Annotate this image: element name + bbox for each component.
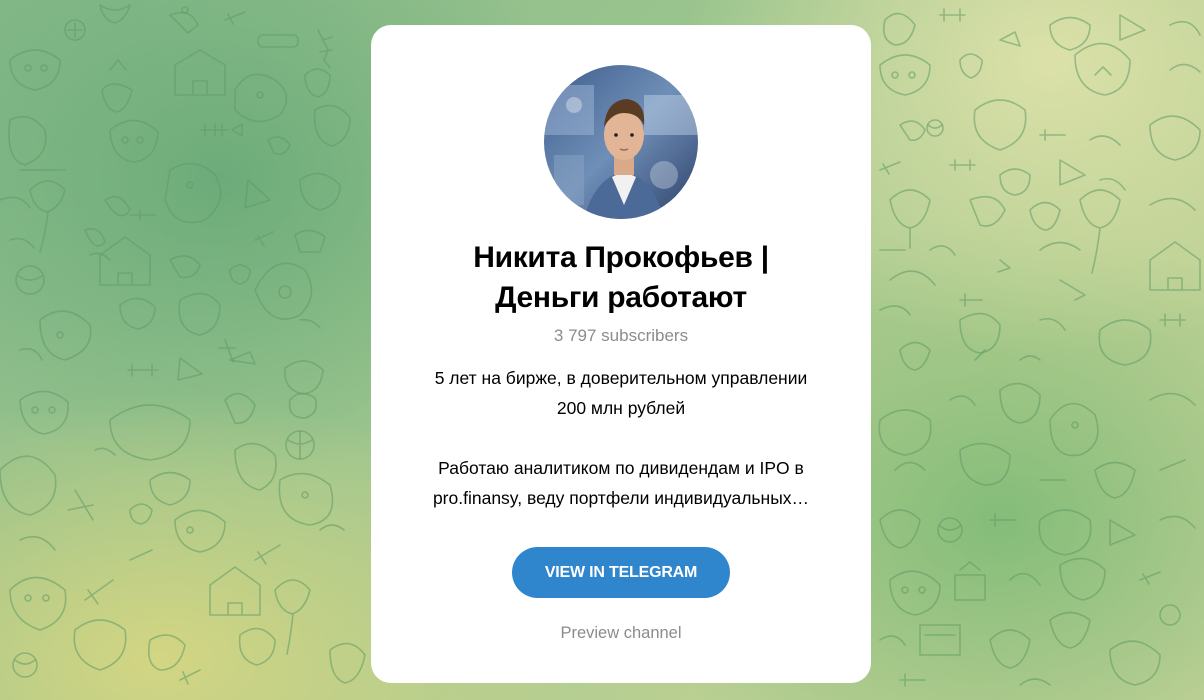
- description-line: 200 млн рублей: [556, 398, 686, 418]
- channel-title: Никита Прокофьев | Деньги работают: [401, 238, 841, 318]
- channel-description: 5 лет на бирже, в доверительном управлен…: [401, 363, 841, 513]
- channel-avatar: [544, 65, 698, 219]
- subscriber-count: 3 797 subscribers: [553, 326, 689, 345]
- channel-card: Никита Прокофьев | Деньги работают 3 797…: [371, 25, 871, 683]
- view-in-telegram-button[interactable]: VIEW IN TELEGRAM: [512, 547, 730, 598]
- channel-title-line-2: Деньги работают: [495, 281, 747, 314]
- channel-title-line-1: Никита Прокофьев |: [473, 241, 769, 274]
- preview-channel-link[interactable]: Preview channel: [501, 622, 741, 644]
- description-line: pro.finansy, веду портфели индивидуальны…: [432, 488, 810, 508]
- description-line: 5 лет на бирже, в доверительном управлен…: [434, 368, 808, 388]
- description-line: Работаю аналитиком по дивидендам и IPO в: [438, 458, 804, 478]
